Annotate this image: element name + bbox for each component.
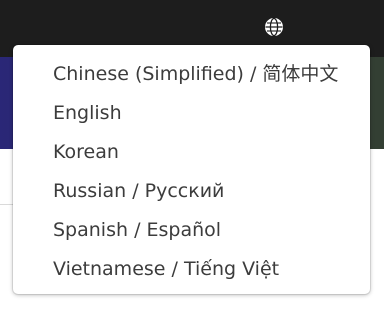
language-option-russian[interactable]: Russian / Русский: [13, 172, 370, 211]
globe-icon: [265, 17, 283, 37]
language-option-chinese[interactable]: Chinese (Simplified) / 简体中文: [13, 55, 370, 94]
language-dropdown-menu: Chinese (Simplified) / 简体中文 English Kore…: [13, 45, 370, 294]
language-option-vietnamese[interactable]: Vietnamese / Tiếng Việt: [13, 250, 370, 289]
language-option-english[interactable]: English: [13, 94, 370, 133]
language-option-spanish[interactable]: Spanish / Español: [13, 211, 370, 250]
content-divider: [0, 204, 14, 205]
language-option-korean[interactable]: Korean: [13, 133, 370, 172]
language-selector-button[interactable]: [263, 16, 285, 38]
